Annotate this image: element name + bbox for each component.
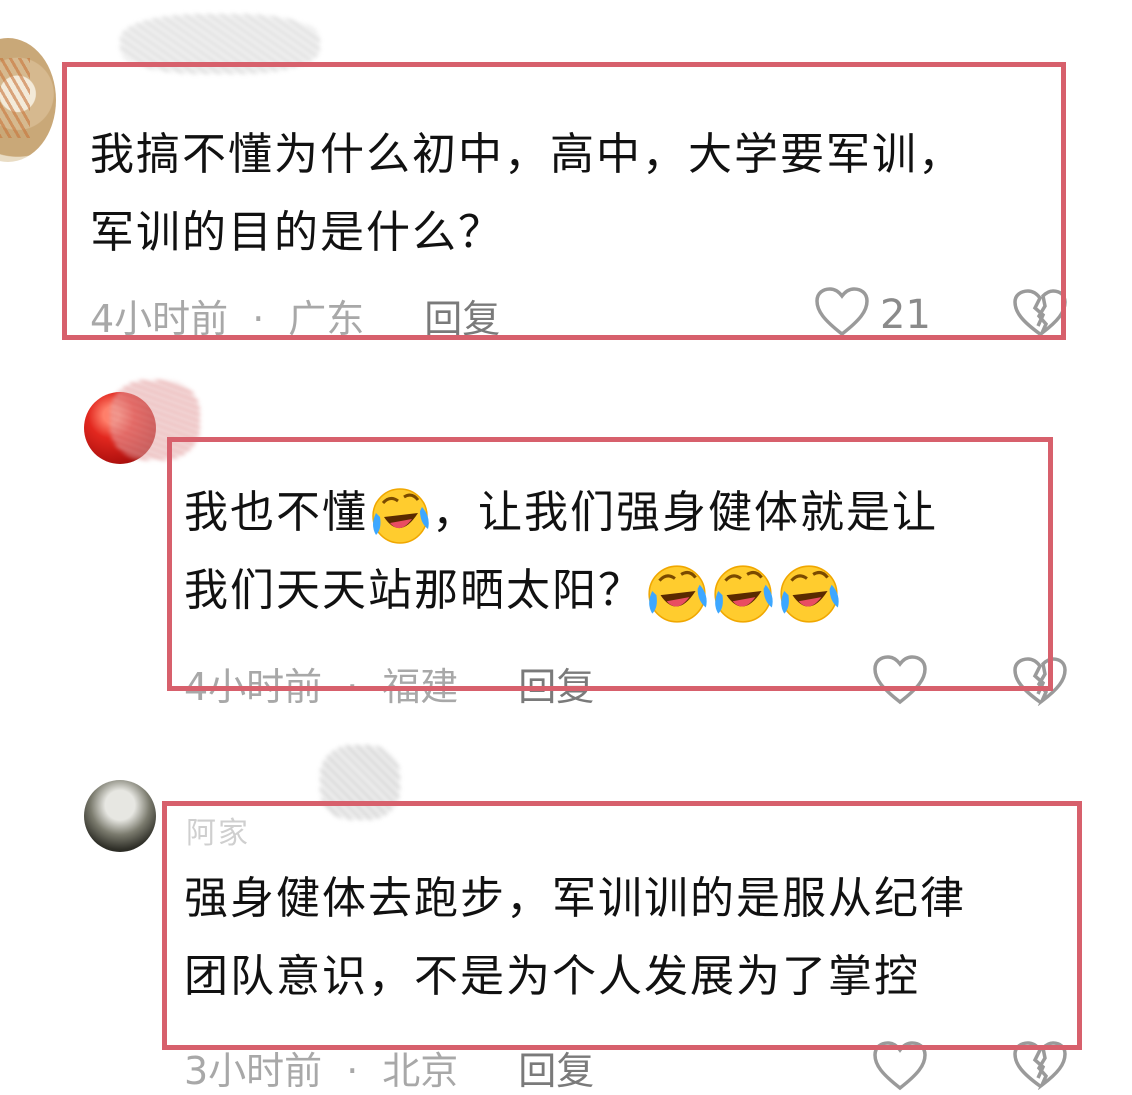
highlight-box-comment-2 — [167, 437, 1053, 691]
reply-button[interactable]: 回复 — [518, 1049, 594, 1093]
avatar-user-3[interactable] — [84, 780, 156, 852]
meta-separator: · — [346, 1049, 359, 1093]
highlight-box-comment-1 — [62, 62, 1066, 340]
comment-3-time: 3小时前 — [184, 1049, 323, 1093]
highlight-box-comment-3 — [162, 801, 1082, 1050]
avatar-user-1[interactable] — [0, 38, 56, 162]
comment-3-location: 北京 — [382, 1049, 459, 1093]
